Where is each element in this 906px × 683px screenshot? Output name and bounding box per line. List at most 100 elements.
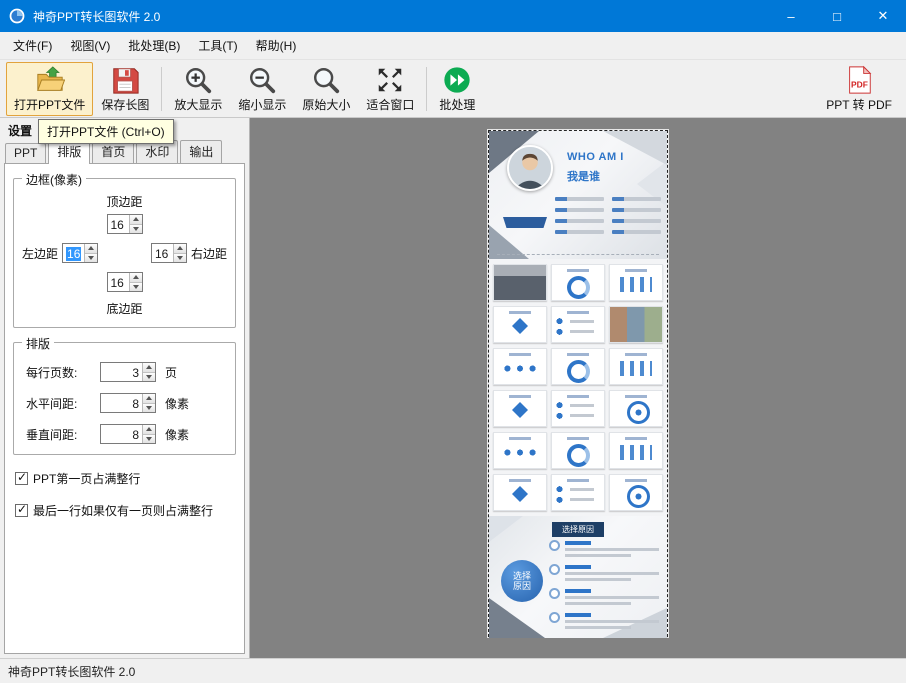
- spin-down-button[interactable]: [143, 403, 155, 413]
- profile-field-skeleton: [555, 197, 604, 201]
- save-long-image-button[interactable]: 保存长图: [93, 62, 157, 116]
- reason-item: [549, 588, 659, 605]
- first-slide-title: WHO AM I: [567, 151, 624, 163]
- original-size-label: 原始大小: [302, 96, 350, 113]
- tab-ppt[interactable]: PPT: [5, 143, 46, 163]
- poly-shard: [489, 516, 523, 542]
- fit-window-label: 适合窗口: [366, 96, 414, 113]
- spinner-buttons: [173, 244, 186, 262]
- right-margin-spinner[interactable]: 16: [151, 243, 187, 263]
- pages-per-row-spinner[interactable]: 3: [100, 362, 156, 382]
- fit-window-button[interactable]: 适合窗口: [358, 62, 422, 116]
- app-window: 神奇PPT转长图软件 2.0 – □ ✕ 文件(F) 视图(V) 批处理(B) …: [0, 0, 906, 683]
- zoom-in-icon: [183, 65, 213, 95]
- first-slide: WHO AM I 我是谁: [489, 131, 667, 259]
- spin-up-button[interactable]: [85, 244, 97, 253]
- spinner-buttons: [129, 273, 142, 291]
- right-margin-value[interactable]: 16: [152, 244, 173, 262]
- spin-down-button[interactable]: [174, 253, 186, 263]
- minimize-button[interactable]: –: [768, 0, 814, 32]
- slide-thumbnail: [493, 474, 547, 511]
- open-folder-icon: [35, 65, 65, 95]
- zoom-original-icon: [311, 65, 341, 95]
- vertical-spacing-spinner[interactable]: 8: [100, 424, 156, 444]
- bottom-margin-spinner[interactable]: 16: [107, 272, 143, 292]
- zoom-out-label: 缩小显示: [238, 96, 286, 113]
- pages-per-row-setting: 每行页数: 3 页: [26, 362, 223, 382]
- option-last-row-full: 最后一行如果仅有一页则占满整行: [15, 502, 234, 519]
- ppt-to-pdf-button[interactable]: PDF PPT 转 PDF: [818, 62, 900, 116]
- profile-field-skeleton: [612, 219, 661, 223]
- slide-thumbnail: [551, 264, 605, 301]
- top-margin-spinner[interactable]: 16: [107, 214, 143, 234]
- spin-up-button[interactable]: [130, 273, 142, 282]
- tab-output[interactable]: 输出: [180, 140, 222, 163]
- spin-up-button[interactable]: [143, 425, 155, 434]
- window-controls: – □ ✕: [768, 0, 906, 32]
- slide-thumbnail: [609, 432, 663, 469]
- menu-item-help[interactable]: 帮助(H): [247, 32, 306, 59]
- settings-tabs: PPT 排版 首页 水印 输出: [0, 141, 249, 163]
- menu-item-batch[interactable]: 批处理(B): [119, 32, 189, 59]
- app-icon: [9, 8, 25, 24]
- slide-thumbnail: [609, 264, 663, 301]
- spin-down-button[interactable]: [143, 434, 155, 444]
- pages-per-row-value[interactable]: 3: [101, 363, 142, 381]
- tooltip: 打开PPT文件 (Ctrl+O): [38, 119, 174, 144]
- slide-thumbnail: [493, 390, 547, 427]
- horizontal-spacing-value[interactable]: 8: [101, 394, 142, 412]
- window-title: 神奇PPT转长图软件 2.0: [33, 8, 160, 25]
- toolbar-separator: [426, 67, 427, 111]
- spin-up-button[interactable]: [130, 215, 142, 224]
- name-ribbon: [503, 217, 547, 228]
- toolbar-separator: [161, 67, 162, 111]
- border-group: 边框(像素) 顶边距 16 左边距: [13, 178, 236, 328]
- selected-text: 16: [66, 247, 81, 261]
- maximize-button[interactable]: □: [814, 0, 860, 32]
- first-page-full-row-checkbox[interactable]: [15, 472, 28, 485]
- top-margin-value[interactable]: 16: [108, 215, 129, 233]
- zoom-out-button[interactable]: 缩小显示: [230, 62, 294, 116]
- preview-area[interactable]: WHO AM I 我是谁 选择原因 选择原因: [250, 118, 906, 658]
- top-margin-label: 顶边距: [106, 193, 142, 210]
- spin-down-button[interactable]: [143, 372, 155, 382]
- spin-down-button[interactable]: [85, 253, 97, 263]
- horizontal-spacing-spinner[interactable]: 8: [100, 393, 156, 413]
- spin-down-button[interactable]: [130, 224, 142, 234]
- titlebar: 神奇PPT转长图软件 2.0 – □ ✕: [0, 0, 906, 32]
- menu-item-view[interactable]: 视图(V): [61, 32, 119, 59]
- tab-page-layout: 边框(像素) 顶边距 16 左边距: [4, 163, 245, 654]
- reason-item: [549, 564, 659, 581]
- last-row-full-checkbox[interactable]: [15, 504, 28, 517]
- horizontal-spacing-unit: 像素: [165, 395, 189, 412]
- left-margin-value[interactable]: 16: [63, 244, 84, 262]
- vertical-spacing-setting: 垂直间距: 8 像素: [26, 424, 223, 444]
- reason-text-skeleton: [565, 588, 659, 605]
- profile-photo: [507, 145, 553, 191]
- reason-item: [549, 612, 659, 629]
- bottom-margin-value[interactable]: 16: [108, 273, 129, 291]
- long-image-preview[interactable]: WHO AM I 我是谁 选择原因 选择原因: [488, 130, 668, 637]
- vertical-spacing-value[interactable]: 8: [101, 425, 142, 443]
- zoom-in-button[interactable]: 放大显示: [166, 62, 230, 116]
- profile-fields: [555, 197, 661, 234]
- svg-text:PDF: PDF: [851, 79, 868, 89]
- spin-down-button[interactable]: [130, 282, 142, 292]
- profile-field-skeleton: [612, 230, 661, 234]
- open-ppt-button[interactable]: 打开PPT文件: [6, 62, 93, 116]
- spin-up-button[interactable]: [143, 363, 155, 372]
- save-icon: [110, 65, 140, 95]
- first-slide-subtitle: 我是谁: [567, 168, 600, 184]
- menu-item-file[interactable]: 文件(F): [4, 32, 61, 59]
- batch-button[interactable]: 批处理: [431, 62, 483, 116]
- menu-item-tools[interactable]: 工具(T): [189, 32, 246, 59]
- left-margin-spinner[interactable]: 16: [62, 243, 98, 263]
- reason-text-skeleton: [565, 612, 659, 629]
- spin-up-button[interactable]: [143, 394, 155, 403]
- border-group-title: 边框(像素): [22, 171, 86, 188]
- close-button[interactable]: ✕: [860, 0, 906, 32]
- pages-per-row-label: 每行页数:: [26, 364, 100, 381]
- spin-up-button[interactable]: [174, 244, 186, 253]
- batch-icon: [442, 65, 472, 95]
- original-size-button[interactable]: 原始大小: [294, 62, 358, 116]
